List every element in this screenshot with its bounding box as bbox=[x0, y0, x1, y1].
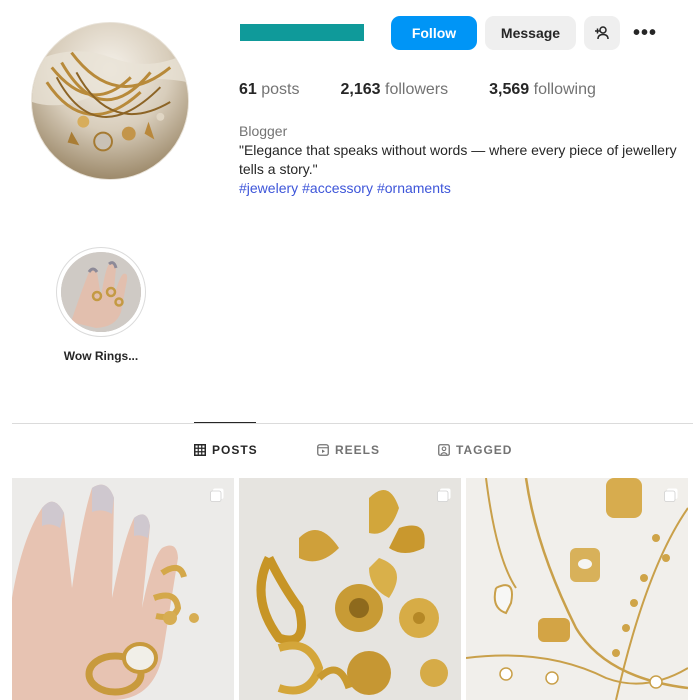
carousel-icon bbox=[664, 488, 678, 502]
tabs-divider bbox=[12, 423, 693, 424]
following-label: following bbox=[533, 81, 596, 98]
story-highlight[interactable]: Wow Rings... bbox=[56, 247, 146, 363]
avatar-jewellery-image bbox=[32, 23, 188, 179]
message-button[interactable]: Message bbox=[485, 16, 576, 50]
bio-text: "Elegance that speaks without words — wh… bbox=[239, 142, 677, 177]
stat-followers[interactable]: 2,163 followers bbox=[341, 81, 449, 99]
post-image-gold-leaves bbox=[239, 478, 461, 700]
profile-avatar[interactable] bbox=[31, 22, 189, 180]
tab-tagged[interactable]: TAGGED bbox=[438, 443, 512, 457]
active-tab-indicator bbox=[194, 422, 256, 423]
username-redacted bbox=[240, 24, 364, 41]
post-thumbnail[interactable] bbox=[466, 478, 688, 700]
post-thumbnail[interactable] bbox=[239, 478, 461, 700]
add-user-icon bbox=[595, 26, 609, 40]
highlight-ring bbox=[56, 247, 146, 337]
hashtag-link[interactable]: #jewelery bbox=[239, 180, 298, 196]
post-thumbnail[interactable] bbox=[12, 478, 234, 700]
bio-hashtags: #jewelery #accessory #ornaments bbox=[239, 179, 699, 198]
followers-count: 2,163 bbox=[340, 81, 381, 98]
post-image-chains-rings bbox=[466, 478, 688, 700]
suggested-users-button[interactable] bbox=[584, 16, 620, 50]
grid-icon bbox=[194, 444, 206, 456]
reels-icon bbox=[317, 444, 329, 456]
posts-count: 61 bbox=[239, 81, 257, 98]
carousel-icon bbox=[437, 488, 451, 502]
posts-label: posts bbox=[261, 81, 300, 98]
tab-tagged-label: TAGGED bbox=[456, 443, 513, 457]
hashtag-link[interactable]: #ornaments bbox=[377, 180, 451, 196]
tagged-icon bbox=[438, 444, 450, 456]
highlight-cover-image bbox=[61, 252, 141, 332]
tab-reels[interactable]: REELS bbox=[317, 443, 380, 457]
hashtag-link[interactable]: #accessory bbox=[302, 180, 373, 196]
tab-posts-label: POSTS bbox=[212, 443, 258, 457]
following-count: 3,569 bbox=[489, 81, 530, 98]
followers-label: followers bbox=[385, 81, 449, 98]
highlight-label: Wow Rings... bbox=[63, 349, 139, 363]
stat-posts: 61 posts bbox=[239, 81, 300, 99]
profile-stats: 61 posts 2,163 followers 3,569 following bbox=[239, 81, 637, 99]
carousel-icon bbox=[210, 488, 224, 502]
more-options-button[interactable]: ••• bbox=[628, 16, 662, 50]
tab-posts[interactable]: POSTS bbox=[194, 443, 258, 457]
post-image-rings-hand bbox=[12, 478, 234, 700]
follow-button[interactable]: Follow bbox=[391, 16, 477, 50]
profile-tabs: POSTS REELS TAGGED bbox=[0, 443, 700, 459]
posts-grid bbox=[12, 478, 689, 700]
stat-following[interactable]: 3,569 following bbox=[489, 81, 596, 99]
profile-bio: Blogger "Elegance that speaks without wo… bbox=[239, 122, 699, 198]
tab-reels-label: REELS bbox=[335, 443, 381, 457]
profile-category: Blogger bbox=[239, 123, 288, 139]
